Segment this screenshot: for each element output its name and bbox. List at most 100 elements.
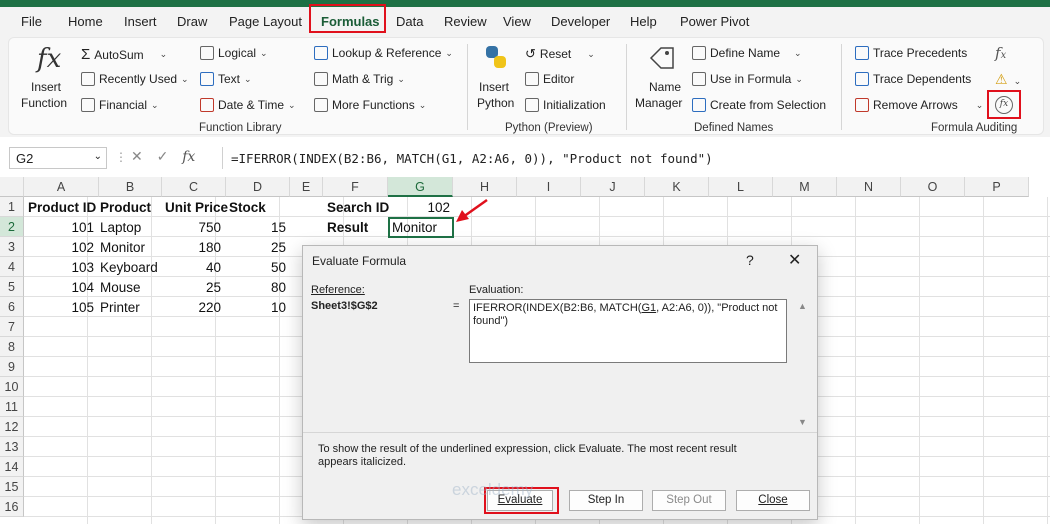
fx-icon[interactable]: fx <box>182 149 195 165</box>
cell-unit-price[interactable]: 750 <box>162 218 224 238</box>
insert-function-label-1[interactable]: Insert <box>31 80 61 94</box>
row-header-12[interactable]: 12 <box>0 417 24 437</box>
column-header-b[interactable]: B <box>99 177 162 197</box>
cell-product-id[interactable]: 105 <box>25 298 97 318</box>
header-product-id[interactable]: Product ID <box>25 198 99 218</box>
financial-button[interactable]: Financial ⌄ <box>81 98 159 112</box>
cell-stock[interactable]: 15 <box>226 218 289 238</box>
active-cell-g2[interactable] <box>388 217 454 238</box>
tab-help[interactable]: Help <box>630 14 657 29</box>
cell-stock[interactable]: 50 <box>226 258 289 278</box>
name-box[interactable]: G2 ⌄ <box>9 147 107 169</box>
initialization-button[interactable]: Initialization <box>525 98 606 112</box>
cell-unit-price[interactable]: 220 <box>162 298 224 318</box>
tab-home[interactable]: Home <box>68 14 103 29</box>
step-out-button[interactable]: Step Out <box>652 490 726 511</box>
tab-insert[interactable]: Insert <box>124 14 157 29</box>
tab-draw[interactable]: Draw <box>177 14 207 29</box>
column-header-n[interactable]: N <box>837 177 901 197</box>
recently-used-button[interactable]: Recently Used ⌄ <box>81 72 189 86</box>
cell-stock[interactable]: 10 <box>226 298 289 318</box>
tab-power-pivot[interactable]: Power Pivot <box>680 14 749 29</box>
cell-product[interactable]: Keyboard <box>97 258 162 278</box>
header-stock[interactable]: Stock <box>226 198 269 218</box>
close-icon[interactable]: ✕ <box>788 250 801 270</box>
cell-product-id[interactable]: 101 <box>25 218 97 238</box>
check-icon[interactable]: ✓ <box>157 148 169 164</box>
error-checking-icon[interactable]: ⚠ ⌄ <box>995 71 1021 88</box>
cell-product-id[interactable]: 104 <box>25 278 97 298</box>
cell-product[interactable]: Monitor <box>97 238 162 258</box>
row-header-16[interactable]: 16 <box>0 497 24 517</box>
cell-unit-price[interactable]: 40 <box>162 258 224 278</box>
tab-review[interactable]: Review <box>444 14 487 29</box>
insert-function-label-2[interactable]: Function <box>21 96 67 110</box>
help-button[interactable]: ? <box>746 252 754 268</box>
text-button[interactable]: Text ⌄ <box>200 72 252 86</box>
column-header-h[interactable]: H <box>453 177 517 197</box>
create-from-selection-button[interactable]: Create from Selection <box>692 98 826 112</box>
cell-product[interactable]: Mouse <box>97 278 162 298</box>
tab-view[interactable]: View <box>503 14 531 29</box>
cell-product-id[interactable]: 102 <box>25 238 97 258</box>
row-header-7[interactable]: 7 <box>0 317 24 337</box>
define-name-button[interactable]: Define Name ⌄ <box>692 46 802 60</box>
tab-file[interactable]: File <box>21 14 42 29</box>
select-all-corner[interactable] <box>0 177 24 197</box>
logical-button[interactable]: Logical ⌄ <box>200 46 268 60</box>
search-id-label[interactable]: Search ID <box>324 198 392 218</box>
column-header-e[interactable]: E <box>290 177 323 197</box>
insert-python-label-2[interactable]: Python <box>477 96 514 110</box>
autosum-button[interactable]: Σ AutoSum ⌄ <box>81 46 167 63</box>
cell-product[interactable]: Printer <box>97 298 162 318</box>
column-header-k[interactable]: K <box>645 177 709 197</box>
column-header-j[interactable]: J <box>581 177 645 197</box>
column-header-p[interactable]: P <box>965 177 1029 197</box>
cell-product-id[interactable]: 103 <box>25 258 97 278</box>
cancel-icon[interactable]: ✕ <box>131 148 143 164</box>
row-header-13[interactable]: 13 <box>0 437 24 457</box>
cell-stock[interactable]: 80 <box>226 278 289 298</box>
header-unit-price[interactable]: Unit Price <box>162 198 231 218</box>
scroll-up-icon[interactable]: ▲ <box>798 301 807 311</box>
row-header-1[interactable]: 1 <box>0 197 24 217</box>
column-header-a[interactable]: A <box>24 177 99 197</box>
column-header-c[interactable]: C <box>162 177 226 197</box>
trace-dependents-button[interactable]: Trace Dependents <box>855 72 971 86</box>
name-manager-label-1[interactable]: Name <box>649 80 681 94</box>
search-id-value[interactable]: 102 <box>389 198 453 218</box>
row-header-6[interactable]: 6 <box>0 297 24 317</box>
remove-arrows-button[interactable]: Remove Arrows ⌄ <box>855 98 983 112</box>
row-header-14[interactable]: 14 <box>0 457 24 477</box>
trace-precedents-button[interactable]: Trace Precedents <box>855 46 967 60</box>
column-header-g[interactable]: G <box>388 177 453 197</box>
column-header-d[interactable]: D <box>226 177 290 197</box>
evaluation-scrollbar[interactable]: ▲ ▼ <box>795 299 811 429</box>
tab-page-layout[interactable]: Page Layout <box>229 14 302 29</box>
reset-button[interactable]: ↺ Reset ⌄ <box>525 46 595 62</box>
show-formulas-icon[interactable]: fx <box>995 44 1006 62</box>
formula-input[interactable]: =IFERROR(INDEX(B2:B6, MATCH(G1, A2:A6, 0… <box>222 147 1048 169</box>
more-functions-button[interactable]: More Functions ⌄ <box>314 98 426 112</box>
use-in-formula-button[interactable]: Use in Formula ⌄ <box>692 72 803 86</box>
row-header-2[interactable]: 2 <box>0 217 24 237</box>
cell-stock[interactable]: 25 <box>226 238 289 258</box>
result-label[interactable]: Result <box>324 218 371 238</box>
column-header-m[interactable]: M <box>773 177 837 197</box>
math-trig-button[interactable]: Math & Trig ⌄ <box>314 72 405 86</box>
tab-developer[interactable]: Developer <box>551 14 610 29</box>
row-header-15[interactable]: 15 <box>0 477 24 497</box>
cell-unit-price[interactable]: 25 <box>162 278 224 298</box>
row-header-10[interactable]: 10 <box>0 377 24 397</box>
row-header-9[interactable]: 9 <box>0 357 24 377</box>
row-header-3[interactable]: 3 <box>0 237 24 257</box>
row-header-5[interactable]: 5 <box>0 277 24 297</box>
column-header-o[interactable]: O <box>901 177 965 197</box>
editor-button[interactable]: Editor <box>525 72 574 86</box>
column-header-f[interactable]: F <box>323 177 388 197</box>
date-time-button[interactable]: Date & Time ⌄ <box>200 98 296 112</box>
scroll-down-icon[interactable]: ▼ <box>798 417 807 427</box>
step-in-button[interactable]: Step In <box>569 490 643 511</box>
close-button[interactable]: Close <box>736 490 810 511</box>
lookup-reference-button[interactable]: Lookup & Reference ⌄ <box>314 46 453 60</box>
